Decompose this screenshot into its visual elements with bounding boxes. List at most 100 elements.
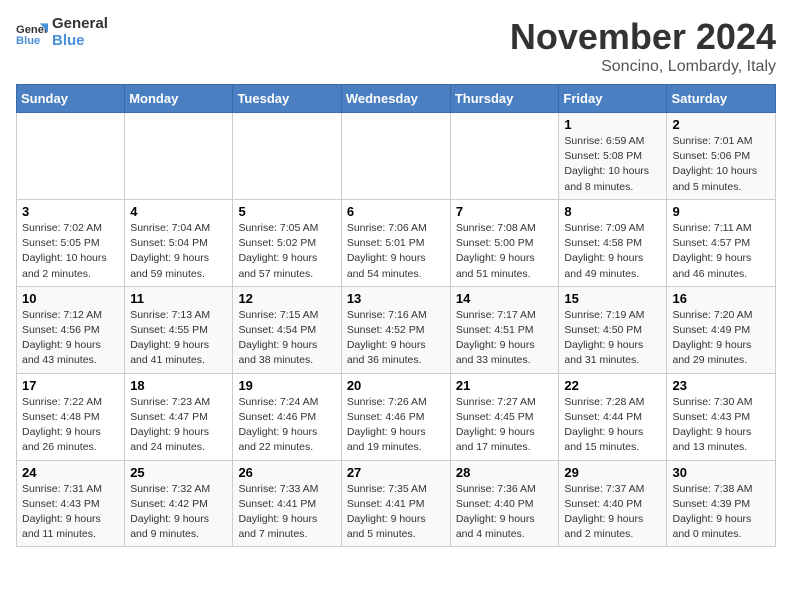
weekday-header: Sunday <box>17 85 125 113</box>
day-number: 5 <box>238 204 335 219</box>
weekday-header: Tuesday <box>233 85 341 113</box>
day-info: Sunrise: 7:17 AM Sunset: 4:51 PM Dayligh… <box>456 308 554 369</box>
day-number: 30 <box>672 465 770 480</box>
day-info: Sunrise: 7:23 AM Sunset: 4:47 PM Dayligh… <box>130 395 227 456</box>
day-number: 26 <box>238 465 335 480</box>
calendar-cell: 17Sunrise: 7:22 AM Sunset: 4:48 PM Dayli… <box>17 373 125 460</box>
day-info: Sunrise: 7:20 AM Sunset: 4:49 PM Dayligh… <box>672 308 770 369</box>
day-number: 20 <box>347 378 445 393</box>
calendar-cell <box>341 113 450 200</box>
calendar-cell: 21 Sunrise: 7:27 AM Sunset: 4:45 PM Dayli… <box>450 373 559 460</box>
day-number: 10 <box>22 291 119 306</box>
day-info: Sunrise: 7:15 AM Sunset: 4:54 PM Dayligh… <box>238 308 335 369</box>
calendar-cell <box>125 113 233 200</box>
day-number: 13 <box>347 291 445 306</box>
day-info: Sunrise: 7:16 AM Sunset: 4:52 PM Dayligh… <box>347 308 445 369</box>
calendar-cell: 22Sunrise: 7:28 AM Sunset: 4:44 PM Dayli… <box>559 373 667 460</box>
calendar-cell: 25 Sunrise: 7:32 AM Sunset: 4:42 PM Dayli… <box>125 460 233 547</box>
day-info: Sunrise: 7:08 AM Sunset: 5:00 PM Dayligh… <box>456 221 554 282</box>
calendar-cell: 7 Sunrise: 7:08 AM Sunset: 5:00 PM Daylig… <box>450 199 559 286</box>
day-info: Sunrise: 7:06 AM Sunset: 5:01 PM Dayligh… <box>347 221 445 282</box>
day-info: Sunrise: 7:37 AM Sunset: 4:40 PM Dayligh… <box>564 482 661 543</box>
calendar-cell: 20 Sunrise: 7:26 AM Sunset: 4:46 PM Dayli… <box>341 373 450 460</box>
calendar-cell: 12 Sunrise: 7:15 AM Sunset: 4:54 PM Dayli… <box>233 286 341 373</box>
day-info: Sunrise: 7:22 AM Sunset: 4:48 PM Dayligh… <box>22 395 119 456</box>
calendar-cell: 1 Sunrise: 6:59 AM Sunset: 5:08 PM Daylig… <box>559 113 667 200</box>
day-number: 12 <box>238 291 335 306</box>
day-info: Sunrise: 7:01 AM Sunset: 5:06 PM Dayligh… <box>672 134 770 195</box>
weekday-header: Saturday <box>667 85 776 113</box>
day-number: 18 <box>130 378 227 393</box>
day-number: 21 <box>456 378 554 393</box>
calendar-cell: 11 Sunrise: 7:13 AM Sunset: 4:55 PM Dayli… <box>125 286 233 373</box>
calendar-cell: 3 Sunrise: 7:02 AM Sunset: 5:05 PM Daylig… <box>17 199 125 286</box>
day-info: Sunrise: 7:27 AM Sunset: 4:45 PM Dayligh… <box>456 395 554 456</box>
day-info: Sunrise: 7:33 AM Sunset: 4:41 PM Dayligh… <box>238 482 335 543</box>
day-number: 29 <box>564 465 661 480</box>
weekday-header: Wednesday <box>341 85 450 113</box>
day-info: Sunrise: 7:35 AM Sunset: 4:41 PM Dayligh… <box>347 482 445 543</box>
calendar-cell: 15 Sunrise: 7:19 AM Sunset: 4:50 PM Dayli… <box>559 286 667 373</box>
calendar-cell: 10 Sunrise: 7:12 AM Sunset: 4:56 PM Dayli… <box>17 286 125 373</box>
location: Soncino, Lombardy, Italy <box>510 58 776 76</box>
logo: General Blue General Blue <box>16 16 108 49</box>
svg-text:Blue: Blue <box>16 35 40 47</box>
day-info: Sunrise: 7:32 AM Sunset: 4:42 PM Dayligh… <box>130 482 227 543</box>
calendar-cell: 9Sunrise: 7:11 AM Sunset: 4:57 PM Daylig… <box>667 199 776 286</box>
day-info: Sunrise: 7:05 AM Sunset: 5:02 PM Dayligh… <box>238 221 335 282</box>
day-info: Sunrise: 7:02 AM Sunset: 5:05 PM Dayligh… <box>22 221 119 282</box>
logo-icon: General Blue <box>16 17 48 49</box>
calendar-cell: 5 Sunrise: 7:05 AM Sunset: 5:02 PM Daylig… <box>233 199 341 286</box>
day-number: 16 <box>672 291 770 306</box>
day-number: 14 <box>456 291 554 306</box>
calendar-week-row: 1 Sunrise: 6:59 AM Sunset: 5:08 PM Daylig… <box>17 113 776 200</box>
day-info: Sunrise: 7:31 AM Sunset: 4:43 PM Dayligh… <box>22 482 119 543</box>
weekday-header-row: SundayMondayTuesdayWednesdayThursdayFrid… <box>17 85 776 113</box>
page-header: General Blue General Blue November 2024 … <box>16 16 776 76</box>
calendar-cell: 26 Sunrise: 7:33 AM Sunset: 4:41 PM Dayli… <box>233 460 341 547</box>
day-info: Sunrise: 7:19 AM Sunset: 4:50 PM Dayligh… <box>564 308 661 369</box>
day-number: 3 <box>22 204 119 219</box>
calendar-week-row: 3 Sunrise: 7:02 AM Sunset: 5:05 PM Daylig… <box>17 199 776 286</box>
calendar-cell: 24 Sunrise: 7:31 AM Sunset: 4:43 PM Dayli… <box>17 460 125 547</box>
logo-general: General <box>52 16 108 33</box>
calendar-cell <box>450 113 559 200</box>
day-info: Sunrise: 7:13 AM Sunset: 4:55 PM Dayligh… <box>130 308 227 369</box>
day-info: Sunrise: 7:36 AM Sunset: 4:40 PM Dayligh… <box>456 482 554 543</box>
day-number: 24 <box>22 465 119 480</box>
calendar-cell: 29 Sunrise: 7:37 AM Sunset: 4:40 PM Dayli… <box>559 460 667 547</box>
day-info: Sunrise: 6:59 AM Sunset: 5:08 PM Dayligh… <box>564 134 661 195</box>
day-number: 2 <box>672 117 770 132</box>
day-info: Sunrise: 7:12 AM Sunset: 4:56 PM Dayligh… <box>22 308 119 369</box>
day-number: 22 <box>564 378 661 393</box>
calendar-cell <box>17 113 125 200</box>
calendar-cell: 23Sunrise: 7:30 AM Sunset: 4:43 PM Dayli… <box>667 373 776 460</box>
day-number: 27 <box>347 465 445 480</box>
day-info: Sunrise: 7:26 AM Sunset: 4:46 PM Dayligh… <box>347 395 445 456</box>
day-info: Sunrise: 7:30 AM Sunset: 4:43 PM Dayligh… <box>672 395 770 456</box>
weekday-header: Friday <box>559 85 667 113</box>
weekday-header: Thursday <box>450 85 559 113</box>
day-number: 1 <box>564 117 661 132</box>
month-title: November 2024 <box>510 16 776 58</box>
day-info: Sunrise: 7:04 AM Sunset: 5:04 PM Dayligh… <box>130 221 227 282</box>
calendar-week-row: 10 Sunrise: 7:12 AM Sunset: 4:56 PM Dayli… <box>17 286 776 373</box>
calendar-cell <box>233 113 341 200</box>
calendar-cell: 30 Sunrise: 7:38 AM Sunset: 4:39 PM Dayli… <box>667 460 776 547</box>
day-number: 15 <box>564 291 661 306</box>
day-number: 6 <box>347 204 445 219</box>
calendar-week-row: 24 Sunrise: 7:31 AM Sunset: 4:43 PM Dayli… <box>17 460 776 547</box>
day-number: 11 <box>130 291 227 306</box>
calendar-cell: 18 Sunrise: 7:23 AM Sunset: 4:47 PM Dayli… <box>125 373 233 460</box>
day-number: 25 <box>130 465 227 480</box>
calendar-cell: 6 Sunrise: 7:06 AM Sunset: 5:01 PM Daylig… <box>341 199 450 286</box>
calendar-cell: 28Sunrise: 7:36 AM Sunset: 4:40 PM Dayli… <box>450 460 559 547</box>
calendar-cell: 16 Sunrise: 7:20 AM Sunset: 4:49 PM Dayli… <box>667 286 776 373</box>
calendar-cell: 8Sunrise: 7:09 AM Sunset: 4:58 PM Daylig… <box>559 199 667 286</box>
day-info: Sunrise: 7:38 AM Sunset: 4:39 PM Dayligh… <box>672 482 770 543</box>
calendar-cell: 2 Sunrise: 7:01 AM Sunset: 5:06 PM Daylig… <box>667 113 776 200</box>
logo-blue: Blue <box>52 33 108 50</box>
day-info: Sunrise: 7:11 AM Sunset: 4:57 PM Dayligh… <box>672 221 770 282</box>
day-number: 7 <box>456 204 554 219</box>
calendar-table: SundayMondayTuesdayWednesdayThursdayFrid… <box>16 84 776 547</box>
